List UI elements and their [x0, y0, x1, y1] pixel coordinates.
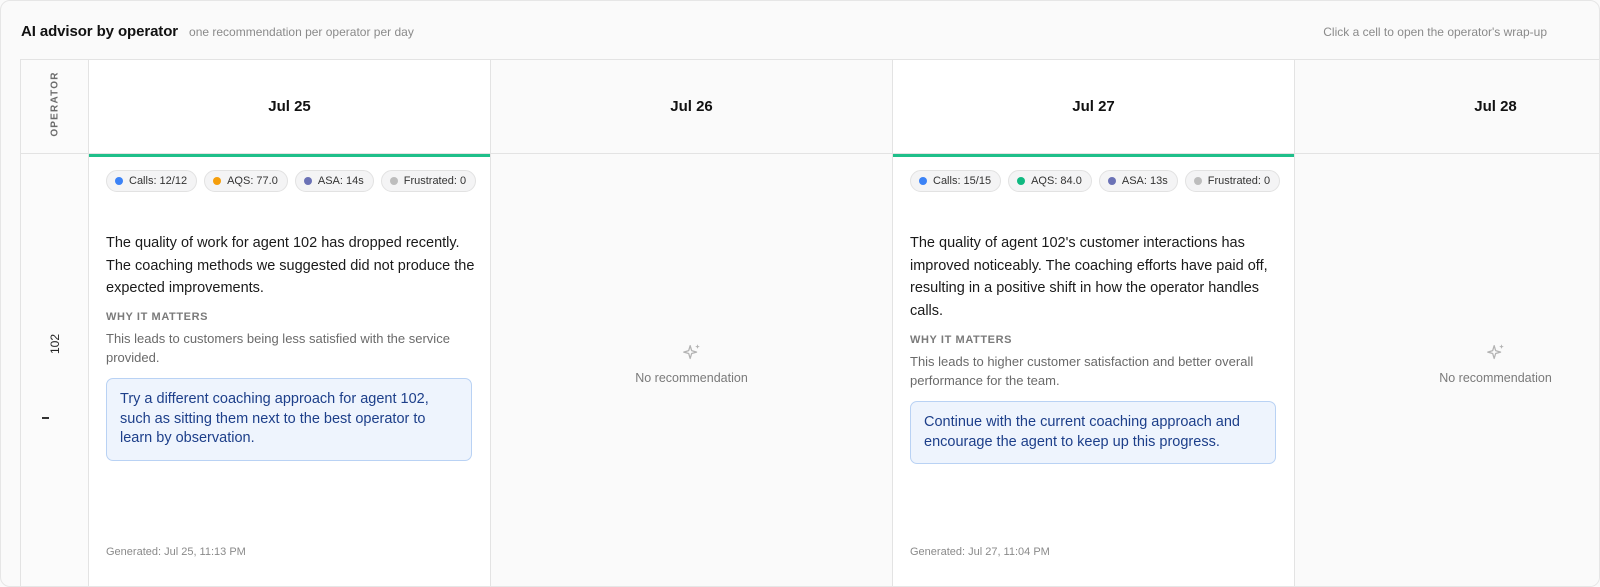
day-header: Jul 28 [1295, 60, 1599, 154]
cell-accent-bar [89, 154, 490, 157]
operator-id: 102 [48, 333, 62, 355]
metric-chip-calls: Calls: 12/12 [106, 170, 198, 192]
empty-state-text: No recommendation [635, 371, 748, 385]
operator-status-indicator [42, 417, 49, 419]
metric-chips: Calls: 15/15 AQS: 84.0 ASA: 13s Frustrat… [910, 170, 1282, 192]
why-it-matters-label: WHY IT MATTERS [910, 334, 1013, 346]
day-header: Jul 25 [89, 60, 491, 154]
why-it-matters-text: This leads to customers being less satis… [106, 331, 450, 365]
panel-subtitle: one recommendation per operator per day [189, 25, 414, 39]
metric-dot [389, 177, 398, 185]
metric-dot [115, 177, 123, 185]
metric-chip-label: AQS: 84.0 [1031, 175, 1082, 187]
metric-chip-aqs: AQS: 77.0 [204, 170, 288, 192]
operator-column-label: OPERATOR [49, 71, 61, 137]
metric-chip-asa: ASA: 14s [294, 170, 374, 192]
generated-timestamp: Generated: Jul 27, 11:04 PM [910, 546, 1050, 558]
sparkle-icon [1486, 344, 1504, 360]
recommendation-cell-empty[interactable]: No recommendation [491, 154, 893, 586]
metric-chip-calls: Calls: 15/15 [910, 170, 1002, 192]
metric-dot [213, 177, 222, 185]
metric-chip-label: ASA: 14s [317, 175, 364, 187]
recommendation-cell-empty[interactable]: No recommendation [1295, 154, 1599, 586]
recommendation-cell[interactable]: Calls: 15/15 AQS: 84.0 ASA: 13s Frustrat… [893, 154, 1295, 586]
metric-chip-frustrated: Frustrated: 0 [1184, 170, 1281, 192]
metric-chip-label: ASA: 13s [1121, 175, 1168, 187]
metric-chip-label: Calls: 15/15 [933, 175, 992, 187]
recommendation-box: Continue with the current coaching appro… [910, 401, 1276, 464]
metric-chips: Calls: 12/12 AQS: 77.0 ASA: 14s Frustrat… [106, 170, 478, 192]
panel-hint: Click a cell to open the operator's wrap… [1323, 25, 1547, 39]
metric-dot [1107, 177, 1116, 185]
metric-chip-frustrated: Frustrated: 0 [380, 170, 477, 192]
metric-chip-label: Frustrated: 0 [1207, 175, 1271, 187]
metric-dot [919, 177, 927, 185]
recommendation-cell[interactable]: Calls: 12/12 AQS: 77.0 ASA: 14s Frustrat… [89, 154, 491, 586]
generated-timestamp: Generated: Jul 25, 11:13 PM [106, 546, 246, 558]
metric-dot [1193, 177, 1202, 185]
panel-header: AI advisor by operator one recommendatio… [21, 23, 1547, 43]
metric-chip-asa: ASA: 13s [1098, 170, 1178, 192]
empty-state-text: No recommendation [1439, 371, 1552, 385]
cell-accent-bar [893, 154, 1294, 157]
empty-state: No recommendation [1295, 342, 1599, 385]
day-header: Jul 27 [893, 60, 1295, 154]
metric-chip-label: Calls: 12/12 [129, 175, 188, 187]
panel-title: AI advisor by operator [21, 23, 179, 40]
metric-chip-label: Frustrated: 0 [403, 175, 467, 187]
sparkle-icon [682, 344, 700, 360]
ai-advisor-panel: AI advisor by operator one recommendatio… [0, 0, 1600, 587]
summary-text: The quality of agent 102's customer inte… [910, 235, 1268, 319]
metric-chip-label: AQS: 77.0 [227, 175, 278, 187]
why-it-matters-text: This leads to higher customer satisfacti… [910, 354, 1254, 388]
day-header: Jul 26 [491, 60, 893, 154]
metric-dot [303, 177, 312, 185]
recommendation-box: Try a different coaching approach for ag… [106, 378, 472, 461]
advisor-grid: OPERATOR Jul 25 Jul 26 Jul 27 Jul 28 102… [20, 59, 1599, 586]
metric-chip-aqs: AQS: 84.0 [1008, 170, 1092, 192]
operator-column-header: OPERATOR [21, 60, 89, 154]
metric-dot [1017, 177, 1026, 185]
operator-row-header[interactable]: 102 [21, 154, 89, 586]
summary-text: The quality of work for agent 102 has dr… [106, 235, 475, 296]
why-it-matters-label: WHY IT MATTERS [106, 311, 209, 323]
empty-state: No recommendation [491, 342, 892, 385]
